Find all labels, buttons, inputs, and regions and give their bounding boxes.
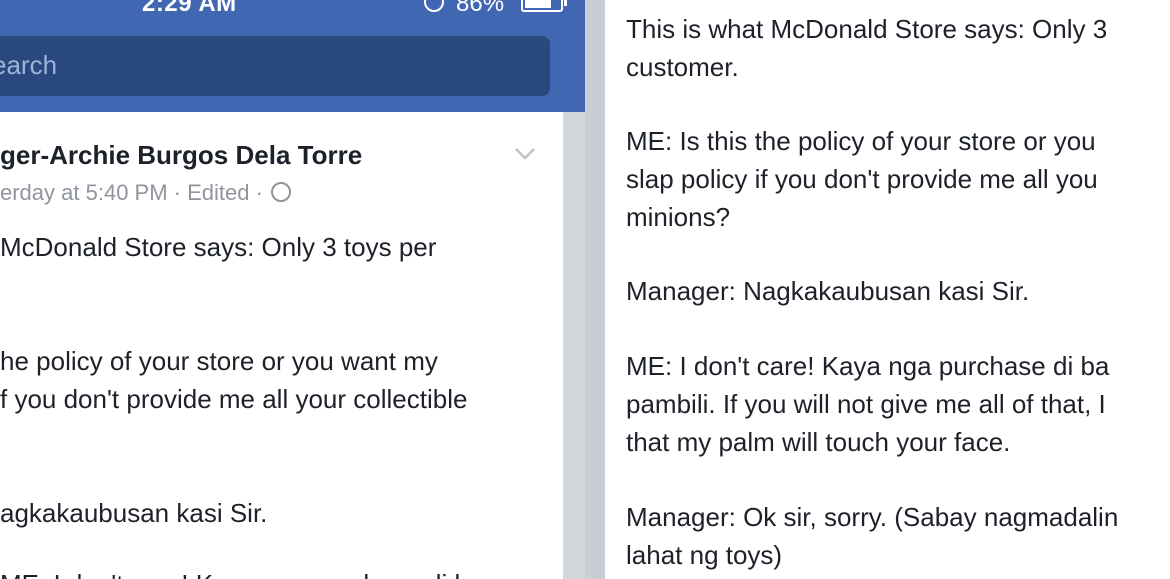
facebook-navbar: earch	[0, 14, 585, 112]
post-text-line: McDonald Store says: Only 3 toys per	[0, 232, 437, 262]
zoom-text-line: Manager: Ok sir, sorry. (Sabay nagmadali…	[626, 502, 1119, 532]
zoom-text-line: lahat ng toys)	[626, 540, 783, 570]
post-text-line: he policy of your store or you want my	[0, 346, 438, 376]
zoom-text-line: slap policy if you don't provide me all …	[626, 164, 1098, 194]
zoom-text-line: pambili. If you will not give me all of …	[626, 389, 1106, 419]
battery-icon	[521, 0, 567, 12]
status-time: 2:29 AM	[142, 0, 237, 14]
lock-rotation-icon	[424, 0, 444, 12]
zoom-text-line: that my palm will touch your face.	[626, 427, 1011, 457]
post-author-name[interactable]: ger-Archie Burgos Dela Torre	[0, 140, 362, 171]
globe-icon	[271, 182, 292, 202]
zoom-text-line: This is what McDonald Store says: Only 3	[626, 14, 1108, 44]
search-placeholder: earch	[0, 50, 58, 80]
post-meta: erday at 5:40 PM · Edited ·	[0, 180, 292, 206]
scroll-gutter	[563, 112, 585, 579]
zoom-text-line: customer.	[626, 52, 739, 82]
zoom-text-line: Manager: Nagkakaubusan kasi Sir.	[626, 276, 1030, 306]
search-input[interactable]: earch	[0, 36, 550, 96]
phone-screenshot-panel: 2:29 AM 86% earch ger-Archie Burgos Dela…	[0, 0, 585, 579]
post-timestamp[interactable]: erday at 5:40 PM · Edited ·	[0, 180, 263, 205]
status-bar: 2:29 AM 86%	[0, 0, 585, 14]
zoom-text-line: minions?	[626, 202, 731, 232]
zoom-text-line: ME: Is this the policy of your store or …	[626, 126, 1096, 156]
post-text-line: f you don't provide me all your collecti…	[0, 384, 468, 414]
post-text-line: ME: I don't care! Kaya nga purchase di b…	[0, 569, 483, 579]
zoomed-text-panel: This is what McDonald Store says: Only 3…	[605, 0, 1170, 579]
post-text-line: agkakaubusan kasi Sir.	[0, 498, 268, 528]
chevron-down-icon[interactable]	[514, 142, 536, 164]
zoom-text-line: ME: I don't care! Kaya nga purchase di b…	[626, 351, 1110, 381]
battery-percent: 86%	[456, 0, 505, 14]
post-card: ger-Archie Burgos Dela Torre erday at 5:…	[0, 112, 563, 579]
